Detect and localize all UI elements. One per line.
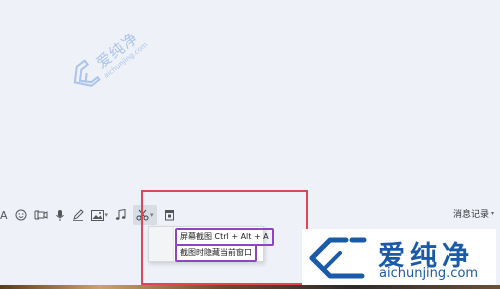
font-button[interactable]: A [0, 205, 8, 225]
video-icon [34, 210, 48, 220]
watermark: 爱纯净 aichunjing.com [64, 18, 184, 136]
video-button[interactable] [34, 205, 48, 225]
message-record-label: 消息记录 [452, 210, 489, 220]
logo-mark-icon [309, 237, 367, 279]
handwriting-button[interactable] [72, 205, 84, 225]
image-button[interactable]: ▾ [90, 205, 109, 225]
image-icon [90, 209, 104, 221]
emoji-button[interactable] [15, 205, 27, 225]
mic-icon [55, 209, 64, 221]
message-record-button[interactable]: 消息记录 ▾ [453, 207, 494, 220]
chevron-down-icon: ▾ [104, 211, 109, 219]
font-icon: A [0, 208, 8, 222]
music-icon [115, 209, 126, 220]
highlight-annotation-box [141, 190, 308, 285]
voice-button[interactable] [55, 205, 65, 225]
pen-icon [72, 209, 84, 221]
chevron-down-icon: ▾ [490, 210, 494, 217]
background-strip [0, 285, 500, 289]
emoji-icon [15, 209, 27, 221]
site-logo: 爱纯净 aichunjing.com [302, 229, 496, 285]
logo-url: aichunjing.com [379, 266, 479, 281]
chat-message-area: 爱纯净 aichunjing.com [0, 0, 500, 203]
music-button[interactable] [115, 205, 126, 225]
